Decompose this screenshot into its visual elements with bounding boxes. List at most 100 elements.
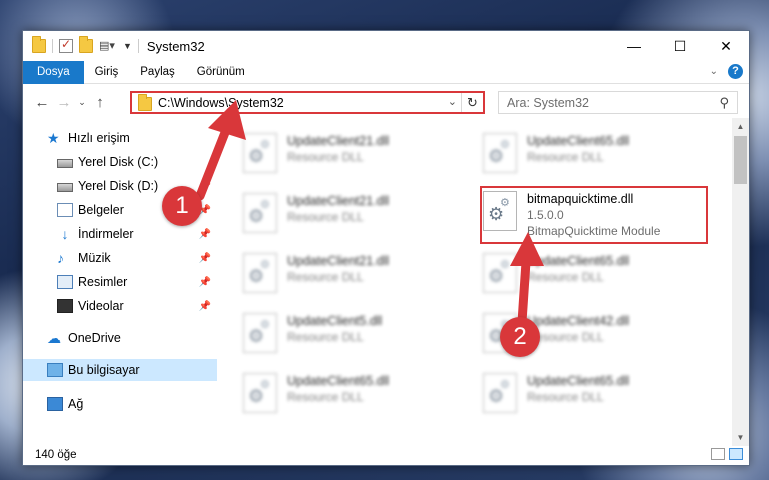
up-button[interactable]: ↑ <box>89 91 111 113</box>
refresh-button[interactable]: ↻ <box>461 93 483 112</box>
title-bar: ▤▾ ▼ System32 — ☐ ✕ <box>23 31 749 61</box>
file-tile[interactable]: UpdateClient21.dll Resource DLL <box>243 249 468 299</box>
file-tile[interactable]: UpdateClient65.dll Resource DLL <box>483 129 708 179</box>
sidebar-item-network[interactable]: Ağ <box>23 393 217 415</box>
drive-icon <box>57 159 73 168</box>
sidebar-item-label: Yerel Disk (C:) <box>78 155 159 169</box>
sidebar-item-label: Yerel Disk (D:) <box>78 179 159 193</box>
minimize-button[interactable]: — <box>611 31 657 61</box>
scroll-up-icon[interactable]: ▲ <box>732 118 749 135</box>
window-controls: — ☐ ✕ <box>611 31 749 61</box>
properties-icon[interactable] <box>59 37 73 53</box>
sidebar-item-label: Hızlı erişim <box>68 131 130 145</box>
cloud-icon: ☁ <box>47 330 61 346</box>
pin-icon[interactable]: 📌 <box>199 181 211 192</box>
details-view-icon[interactable] <box>711 448 725 460</box>
scroll-down-icon[interactable]: ▼ <box>732 429 749 446</box>
folder-icon <box>32 36 46 53</box>
sidebar-item-this-pc[interactable]: Bu bilgisayar <box>23 359 217 381</box>
qat-dropdown-icon[interactable]: ▼ <box>123 41 132 51</box>
file-tile[interactable]: UpdateClient21.dll Resource DLL <box>243 189 468 239</box>
tab-share[interactable]: Paylaş <box>129 61 186 84</box>
search-box[interactable]: Ara: System32 ⚲ <box>498 91 738 114</box>
sidebar-item-onedrive[interactable]: ☁ OneDrive <box>23 327 217 349</box>
file-description: Resource DLL <box>527 330 604 344</box>
file-description: Resource DLL <box>287 210 364 224</box>
sidebar-item-label: OneDrive <box>68 331 121 345</box>
sidebar-item-label: Videolar <box>78 299 124 313</box>
file-tile[interactable]: UpdateClient65.dll Resource DLL <box>483 369 708 419</box>
pictures-icon <box>57 275 73 289</box>
file-description: Resource DLL <box>287 330 364 344</box>
file-name: UpdateClient21.dll <box>287 194 390 208</box>
documents-icon <box>57 203 73 217</box>
file-description: Resource DLL <box>287 150 364 164</box>
file-tile[interactable]: UpdateClient21.dll Resource DLL <box>243 129 468 179</box>
star-icon: ★ <box>47 130 60 146</box>
address-dropdown-icon[interactable]: ⌄ <box>448 95 457 108</box>
maximize-button[interactable]: ☐ <box>657 31 703 61</box>
step-1-badge: 1 <box>162 186 202 226</box>
window-title: System32 <box>146 38 205 54</box>
divider <box>137 39 139 53</box>
file-description: Resource DLL <box>287 270 364 284</box>
pin-icon[interactable]: 📌 <box>199 253 211 264</box>
ribbon-tabs: Dosya Giriş Paylaş Görünüm ⌄ ? <box>23 60 749 84</box>
address-bar[interactable]: C:\Windows\System32 ⌄ ↻ <box>130 91 485 114</box>
customize-toolbar-icon[interactable]: ▤▾ <box>99 39 117 53</box>
pin-icon[interactable]: 📌 <box>199 301 211 312</box>
expand-ribbon-icon[interactable]: ⌄ <box>710 66 718 77</box>
recent-locations-icon[interactable]: ⌄ <box>75 91 89 113</box>
file-name: UpdateClient65.dll <box>527 254 630 268</box>
back-button[interactable]: ← <box>31 91 53 113</box>
sidebar-item-music[interactable]: ♪ Müzik 📌 <box>23 247 217 269</box>
search-icon[interactable]: ⚲ <box>719 95 729 111</box>
large-icons-view-icon[interactable] <box>729 448 743 460</box>
help-icon[interactable]: ? <box>728 64 743 79</box>
item-count: 140 öğe <box>35 449 77 461</box>
file-name: UpdateClient65.dll <box>527 374 630 388</box>
dll-file-icon <box>483 373 517 413</box>
file-tile[interactable]: UpdateClient5.dll Resource DLL <box>243 309 468 359</box>
view-toggle <box>711 448 743 460</box>
dll-file-icon <box>243 253 277 293</box>
file-description: Resource DLL <box>527 390 604 404</box>
search-placeholder: Ara: System32 <box>507 95 589 110</box>
sidebar-item-label: Müzik <box>78 251 111 265</box>
videos-icon <box>57 299 73 313</box>
sidebar-item-local-disk-c[interactable]: Yerel Disk (C:) <box>23 151 217 173</box>
pin-icon[interactable]: 📌 <box>199 229 211 240</box>
sidebar-item-pictures[interactable]: Resimler 📌 <box>23 271 217 293</box>
sidebar-item-videos[interactable]: Videolar 📌 <box>23 295 217 317</box>
navigation-pane: ★ Hızlı erişim Yerel Disk (C:) Yerel Dis… <box>23 123 217 443</box>
sidebar-item-label: Ağ <box>68 397 84 411</box>
scrollbar-thumb[interactable] <box>734 136 747 184</box>
dll-file-icon <box>243 373 277 413</box>
sidebar-item-quick-access[interactable]: ★ Hızlı erişim <box>23 127 217 149</box>
forward-button[interactable]: → <box>53 91 75 113</box>
close-button[interactable]: ✕ <box>703 31 749 61</box>
file-description: Resource DLL <box>287 390 364 404</box>
new-folder-icon[interactable] <box>79 36 93 53</box>
dll-file-icon <box>243 313 277 353</box>
sidebar-item-downloads[interactable]: ↓ İndirmeler 📌 <box>23 223 217 245</box>
status-bar: 140 öğe <box>23 445 749 465</box>
tab-home[interactable]: Giriş <box>84 61 130 84</box>
tab-view[interactable]: Görünüm <box>186 61 256 84</box>
sidebar-item-label: Resimler <box>78 275 128 289</box>
drive-icon <box>57 183 73 192</box>
file-list: UpdateClient21.dll Resource DLL UpdateCli… <box>223 123 733 443</box>
address-path: C:\Windows\System32 <box>158 95 284 110</box>
file-tile[interactable]: UpdateClient65.dll Resource DLL <box>483 249 708 299</box>
tab-file[interactable]: Dosya <box>23 60 84 84</box>
file-name: UpdateClient21.dll <box>287 134 390 148</box>
network-icon <box>47 397 63 411</box>
quick-access-toolbar: ▤▾ ▼ <box>23 36 139 53</box>
step-2-badge: 2 <box>500 317 540 357</box>
vertical-scrollbar[interactable]: ▲ ▼ <box>732 118 749 446</box>
sidebar-item-label: Bu bilgisayar <box>68 363 140 377</box>
pin-icon[interactable]: 📌 <box>199 277 211 288</box>
file-description: Resource DLL <box>527 150 604 164</box>
file-name: UpdateClient21.dll <box>287 254 390 268</box>
file-tile[interactable]: UpdateClient65.dll Resource DLL <box>243 369 468 419</box>
